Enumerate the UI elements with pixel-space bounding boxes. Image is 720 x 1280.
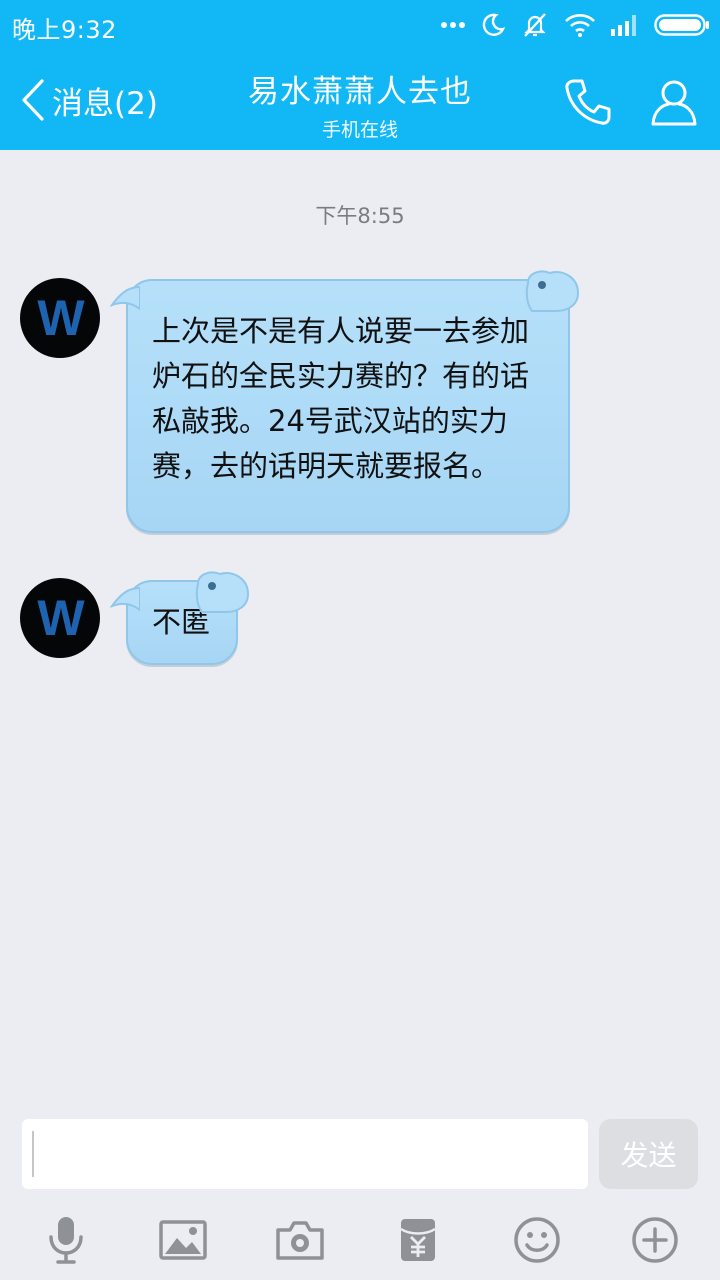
input-toolbar [0,1200,720,1280]
avatar[interactable]: W [20,278,100,358]
back-label: 消息(2) [52,85,158,122]
avatar[interactable]: W [20,578,100,658]
more-button[interactable] [625,1212,685,1268]
message-bubble[interactable]: 不匿 [110,571,250,665]
chevron-left-icon [22,79,44,121]
hippo-ear-icon [195,571,250,613]
status-bar: 晚上9:32 [0,0,720,50]
bubble-tail-icon [110,586,140,612]
battery-icon [654,14,709,36]
call-button[interactable] [556,70,620,134]
contact-name: 易水萧萧人去也 [248,74,472,110]
bubble-tail-icon [110,285,140,311]
send-button[interactable]: 发送 [599,1119,698,1189]
message-text: 上次是不是有人说要一去参加炉石的全民实力赛的？有的话私敲我。24号武汉站的实力赛… [152,314,530,483]
title-bar: 晚上9:32 消息(2) 易水萧萧人去也 手机在线 [0,0,720,150]
phone-icon [565,79,611,125]
avatar-initial: W [37,590,84,646]
image-icon [159,1220,207,1260]
wifi-icon [565,14,595,37]
mute-icon [524,13,546,37]
moon-icon [482,13,506,36]
image-button[interactable] [153,1212,213,1268]
hippo-ear-icon [525,270,580,312]
chat-title-block[interactable]: 易水萧萧人去也 手机在线 [160,66,560,142]
microphone-icon [49,1217,83,1264]
message-timestamp: 下午8:55 [315,204,405,228]
online-status: 手机在线 [321,119,398,141]
avatar-initial: W [37,290,84,346]
red-packet-icon [400,1219,436,1261]
red-packet-button[interactable] [388,1212,448,1268]
camera-button[interactable] [270,1212,330,1268]
emoji-button[interactable] [507,1212,567,1268]
back-button[interactable]: 消息(2) [18,72,158,128]
more-dots-icon [441,22,465,28]
person-icon [651,80,697,126]
plus-icon [632,1217,678,1263]
voice-button[interactable] [36,1212,96,1268]
camera-icon [276,1221,324,1260]
status-icons [440,8,710,42]
status-time: 晚上9:32 [12,16,117,44]
message-bubble[interactable]: 上次是不是有人说要一去参加炉石的全民实力赛的？有的话私敲我。24号武汉站的实力赛… [110,270,580,533]
text-caret [32,1131,34,1177]
signal-icon [611,15,636,36]
message-input[interactable] [22,1119,588,1189]
emoji-icon [514,1217,560,1263]
profile-button[interactable] [642,70,706,134]
